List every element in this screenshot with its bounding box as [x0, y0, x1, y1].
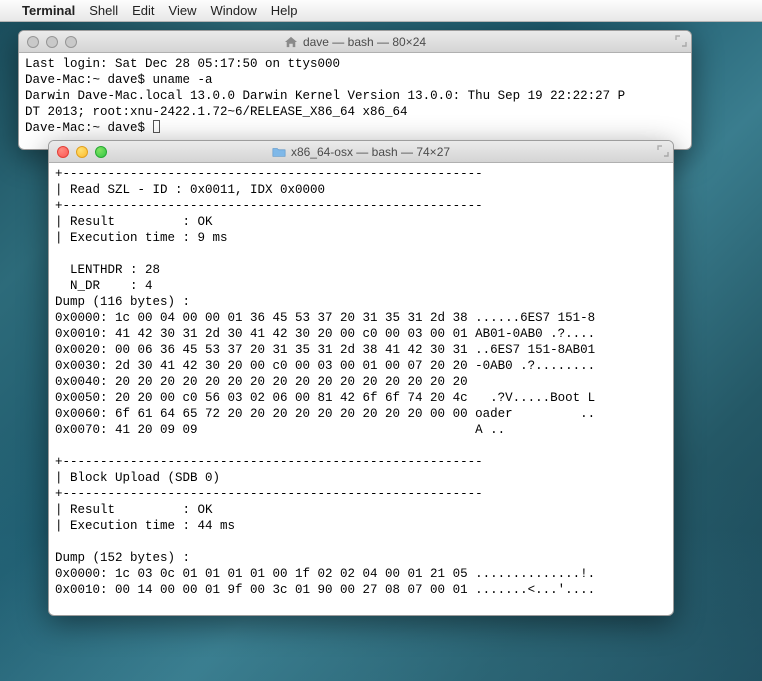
menu-shell[interactable]: Shell: [89, 3, 118, 18]
titlebar[interactable]: x86_64-osx — bash — 74×27: [49, 141, 673, 163]
titlebar[interactable]: dave — bash — 80×24: [19, 31, 691, 53]
line: 0x0000: 1c 00 04 00 00 01 36 45 53 37 20…: [55, 311, 595, 325]
line: Last login: Sat Dec 28 05:17:50 on ttys0…: [25, 57, 340, 71]
traffic-lights: [19, 36, 77, 48]
line: +---------------------------------------…: [55, 199, 483, 213]
line: Darwin Dave-Mac.local 13.0.0 Darwin Kern…: [25, 89, 625, 103]
close-button[interactable]: [57, 146, 69, 158]
prompt-line: Dave-Mac:~ dave$: [25, 121, 153, 135]
traffic-lights: [49, 146, 107, 158]
line: 0x0010: 41 42 30 31 2d 30 41 42 30 20 00…: [55, 327, 595, 341]
line: 0x0030: 2d 30 41 42 30 20 00 c0 00 03 00…: [55, 359, 595, 373]
line: 0x0050: 20 20 00 c0 56 03 02 06 00 81 42…: [55, 391, 595, 405]
menubar: Terminal Shell Edit View Window Help: [0, 0, 762, 22]
minimize-button[interactable]: [46, 36, 58, 48]
fullscreen-icon[interactable]: [657, 145, 669, 157]
terminal-output[interactable]: Last login: Sat Dec 28 05:17:50 on ttys0…: [19, 53, 691, 139]
menu-help[interactable]: Help: [271, 3, 298, 18]
app-menu[interactable]: Terminal: [22, 3, 75, 18]
line: LENTHDR : 28: [55, 263, 160, 277]
terminal-output[interactable]: +---------------------------------------…: [49, 163, 673, 601]
line: DT 2013; root:xnu-2422.1.72~6/RELEASE_X8…: [25, 105, 408, 119]
line: Dump (116 bytes) :: [55, 295, 190, 309]
line: Dump (152 bytes) :: [55, 551, 190, 565]
line: 0x0000: 1c 03 0c 01 01 01 01 00 1f 02 02…: [55, 567, 595, 581]
menu-edit[interactable]: Edit: [132, 3, 154, 18]
window-title: x86_64-osx — bash — 74×27: [291, 145, 450, 159]
line: +---------------------------------------…: [55, 167, 483, 181]
line: +---------------------------------------…: [55, 487, 483, 501]
fullscreen-icon[interactable]: [675, 35, 687, 47]
line: N_DR : 4: [55, 279, 153, 293]
line: Dave-Mac:~ dave$ uname -a: [25, 73, 213, 87]
line: | Block Upload (SDB 0): [55, 471, 220, 485]
line: 0x0060: 6f 61 64 65 72 20 20 20 20 20 20…: [55, 407, 595, 421]
close-button[interactable]: [27, 36, 39, 48]
window-title: dave — bash — 80×24: [303, 35, 426, 49]
terminal-window-x86-64-osx[interactable]: x86_64-osx — bash — 74×27 +-------------…: [48, 140, 674, 616]
terminal-window-dave[interactable]: dave — bash — 80×24 Last login: Sat Dec …: [18, 30, 692, 150]
line: | Execution time : 44 ms: [55, 519, 235, 533]
line: 0x0020: 00 06 36 45 53 37 20 31 35 31 2d…: [55, 343, 595, 357]
line: | Result : OK: [55, 215, 213, 229]
line: 0x0040: 20 20 20 20 20 20 20 20 20 20 20…: [55, 375, 468, 389]
line: 0x0010: 00 14 00 00 01 9f 00 3c 01 90 00…: [55, 583, 595, 597]
menu-window[interactable]: Window: [211, 3, 257, 18]
cursor: [153, 120, 160, 133]
zoom-button[interactable]: [65, 36, 77, 48]
line: | Execution time : 9 ms: [55, 231, 228, 245]
zoom-button[interactable]: [95, 146, 107, 158]
menu-view[interactable]: View: [169, 3, 197, 18]
home-icon: [284, 36, 298, 48]
line: +---------------------------------------…: [55, 455, 483, 469]
line: | Result : OK: [55, 503, 213, 517]
minimize-button[interactable]: [76, 146, 88, 158]
line: | Read SZL - ID : 0x0011, IDX 0x0000: [55, 183, 325, 197]
line: 0x0070: 41 20 09 09 A ..: [55, 423, 505, 437]
folder-icon: [272, 146, 286, 158]
